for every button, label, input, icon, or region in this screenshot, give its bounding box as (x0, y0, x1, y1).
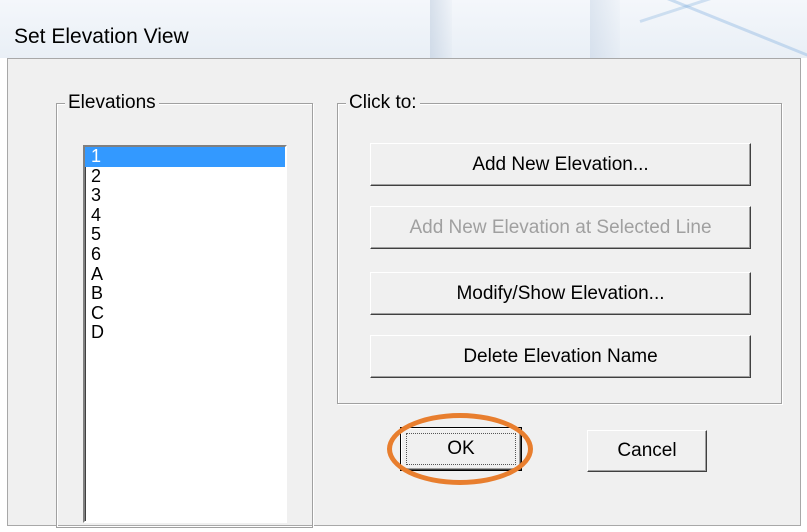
add-elevation-at-line-button[interactable]: Add New Elevation at Selected Line (370, 206, 751, 249)
list-item[interactable]: 3 (85, 186, 285, 206)
actions-group-label: Click to: (346, 91, 420, 115)
list-item[interactable]: A (85, 264, 285, 285)
background-decoration (590, 0, 620, 58)
list-item[interactable]: 6 (85, 244, 285, 265)
list-item[interactable]: D (85, 323, 285, 343)
dialog-title: Set Elevation View (14, 25, 189, 48)
list-item[interactable]: 5 (85, 225, 285, 245)
ok-button[interactable]: OK (400, 427, 522, 471)
ok-button-label: OK (447, 438, 475, 459)
modify-show-elevation-button[interactable]: Modify/Show Elevation... (370, 272, 751, 315)
elevations-group-label: Elevations (65, 91, 159, 115)
list-item-selected[interactable]: 1 (85, 147, 285, 167)
list-item[interactable]: B (85, 284, 285, 304)
add-new-elevation-button[interactable]: Add New Elevation... (370, 143, 751, 186)
dialog-titlebar: Set Elevation View (0, 0, 807, 58)
list-item[interactable]: 4 (85, 205, 285, 226)
elevations-listbox[interactable]: 1 2 3 4 5 6 A B C D (83, 145, 287, 523)
list-item[interactable]: C (85, 303, 285, 324)
background-decoration (430, 0, 452, 58)
delete-elevation-name-button[interactable]: Delete Elevation Name (370, 335, 751, 378)
cancel-button[interactable]: Cancel (587, 430, 707, 472)
list-item[interactable]: 2 (85, 166, 285, 187)
